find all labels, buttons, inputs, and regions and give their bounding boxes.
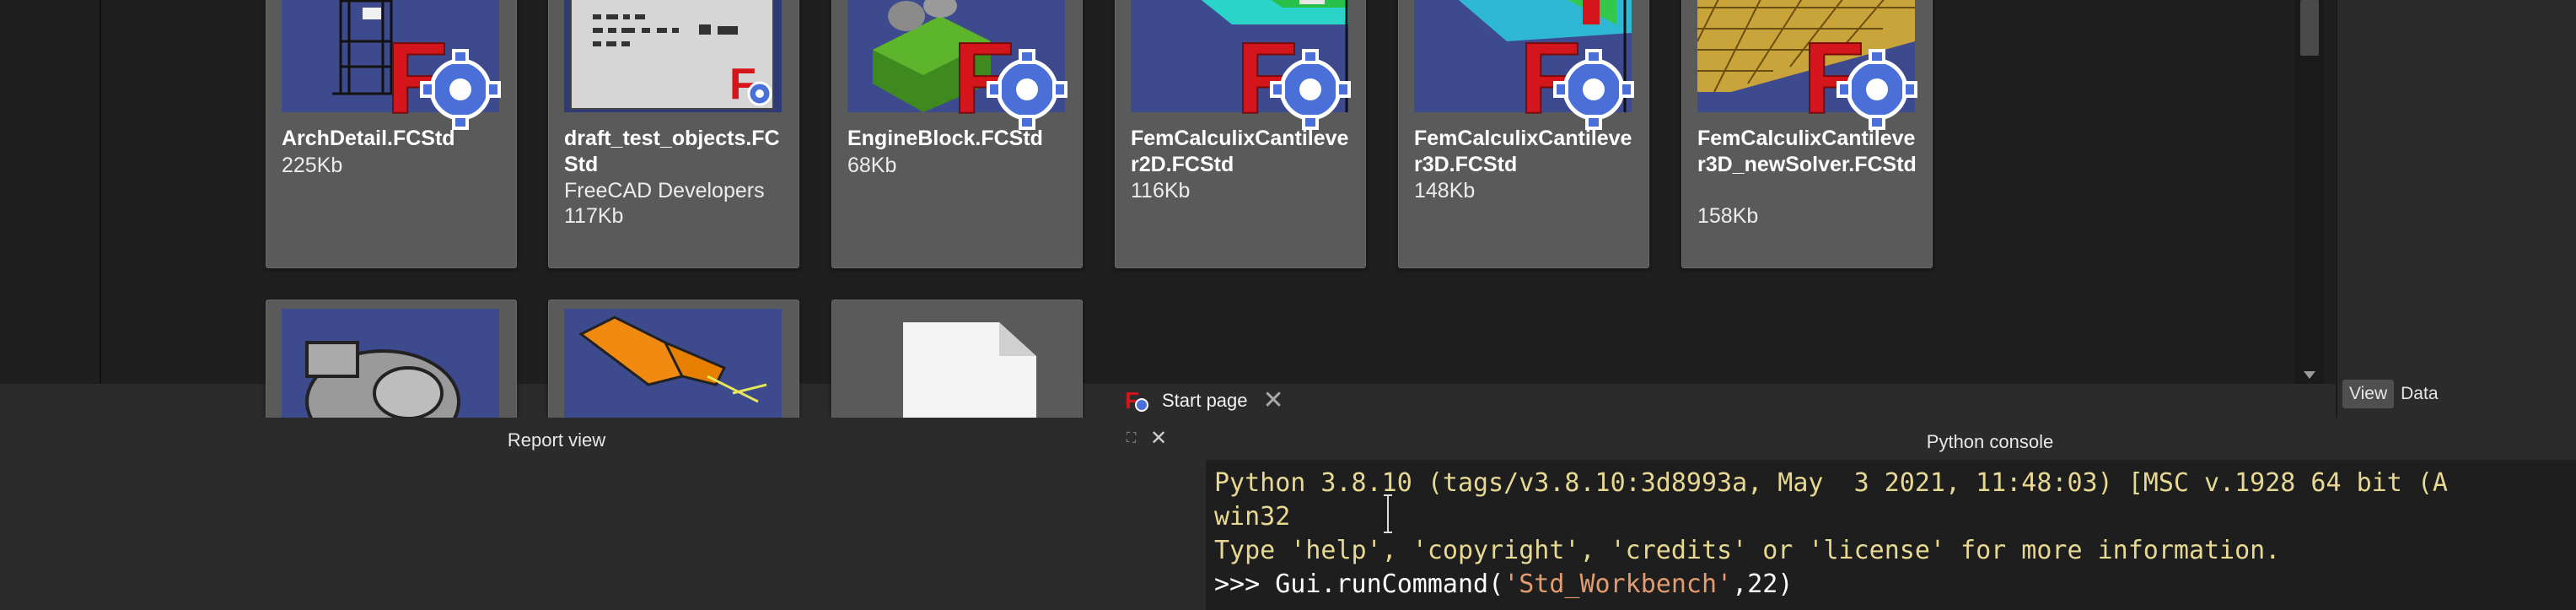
python-console[interactable]: Python 3.8.10 (tags/v3.8.10:3d8993a, May…	[1206, 460, 2576, 610]
example-card-row2-3[interactable]	[831, 300, 1083, 419]
console-number-literal: 22	[1747, 570, 1778, 599]
card-size: 116Kb	[1131, 179, 1191, 202]
console-prompt: >>>	[1214, 570, 1276, 599]
python-console-title: Python console	[1926, 431, 2054, 452]
card-size: 68Kb	[847, 154, 897, 177]
document-tab-bar: F Start page ✕	[1113, 384, 2336, 418]
report-view-panel[interactable]: Report view	[0, 418, 1113, 610]
freecad-logo-icon	[1519, 22, 1632, 135]
card-size: 225Kb	[282, 154, 343, 177]
console-code: ,	[1732, 570, 1748, 599]
freecad-logo-icon	[953, 22, 1066, 135]
robot-arm-thumbnail	[564, 309, 782, 418]
start-page-view: ArchDetail.FCStd 225Kb F draft_test_obje…	[0, 0, 2336, 419]
scroll-down-arrow-icon[interactable]	[2304, 371, 2315, 379]
console-command-line: >>> Gui.runCommand('Std_Workbench',22)	[1214, 568, 1793, 602]
freecad-logo-icon: F	[1125, 388, 1148, 413]
console-help-line: Type 'help', 'copyright', 'credits' or '…	[1214, 536, 2281, 565]
console-string-literal: 'Std_Workbench'	[1503, 570, 1733, 599]
python-console-header: ⛶ ✕ Python console	[1113, 418, 2576, 460]
freecad-logo-icon	[386, 22, 499, 135]
gear-part-thumbnail	[282, 309, 499, 418]
tab-view[interactable]: View	[2342, 380, 2395, 408]
card-size: 148Kb	[1414, 179, 1476, 202]
property-view-panel	[2336, 0, 2576, 418]
example-card-row2-2[interactable]	[548, 300, 799, 419]
card-author: FreeCAD Developers	[564, 179, 765, 202]
tab-start-page[interactable]: F Start page ✕	[1125, 386, 1284, 416]
freecad-logo-icon	[1803, 22, 1916, 135]
blank-document-thumbnail	[847, 309, 1065, 418]
console-platform-line: win32	[1214, 502, 1291, 532]
tab-data[interactable]: Data	[2394, 380, 2444, 408]
start-page-scrollbar[interactable]	[2295, 0, 2324, 384]
card-size: 117Kb	[564, 204, 624, 228]
freecad-logo-overlays: F	[0, 0, 2024, 135]
tab-label: Start page	[1162, 390, 1248, 411]
card-size: 158Kb	[1697, 204, 1759, 228]
console-code: )	[1777, 570, 1794, 599]
console-version-line: Python 3.8.10 (tags/v3.8.10:3d8993a, May…	[1214, 468, 2448, 498]
example-card-row2-1[interactable]	[266, 300, 517, 419]
close-tab-icon[interactable]: ✕	[1263, 388, 1284, 413]
property-view-tabs: View Data	[2342, 380, 2445, 408]
scrollbar-thumb[interactable]	[2300, 0, 2319, 56]
report-view-title: Report view	[507, 429, 606, 451]
text-cursor-icon	[1384, 494, 1392, 533]
freecad-logo-icon	[1236, 22, 1349, 135]
console-code: Gui.runCommand(	[1275, 570, 1504, 599]
